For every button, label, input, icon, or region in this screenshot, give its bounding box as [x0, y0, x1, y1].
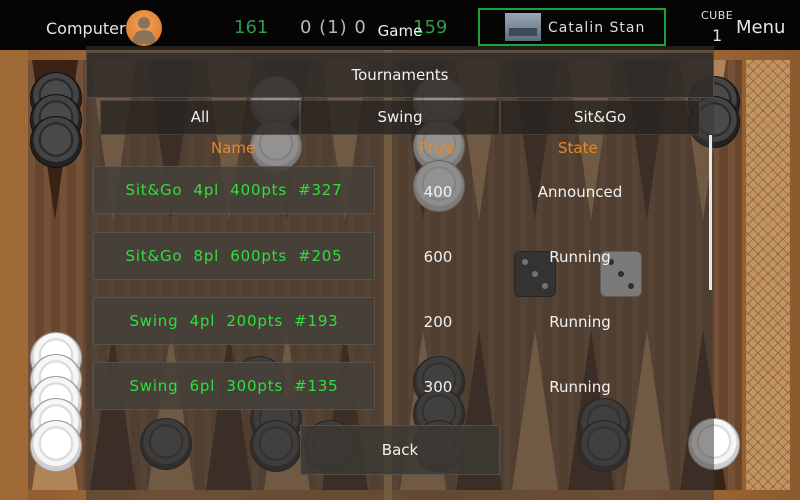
column-header-prize: Prize [419, 139, 456, 157]
dialog-title: Tournaments [351, 66, 449, 84]
tab-swing[interactable]: Swing [300, 100, 500, 135]
dialog-title-bar: Tournaments [86, 52, 714, 98]
tournament-prize: 200 [423, 313, 453, 331]
tournament-state: Running [549, 313, 611, 331]
tab-all[interactable]: All [100, 100, 300, 135]
left-tray [0, 50, 28, 500]
tab-sitgo[interactable]: Sit&Go [500, 100, 700, 135]
tournament-row[interactable]: Sit&Go 4pl 400pts #327 [93, 166, 375, 214]
tournament-name: Sit&Go 8pl 600pts #205 [125, 247, 343, 265]
flag-icon [505, 13, 541, 41]
match-score: 0 (1) 0 [300, 17, 367, 38]
menu-button[interactable]: Menu [736, 17, 785, 38]
player1-score: 161 [234, 17, 269, 38]
list-scrollbar[interactable] [709, 135, 712, 290]
tournament-prize: 400 [423, 183, 453, 201]
column-header-state: State [558, 139, 598, 157]
avatar-icon [126, 10, 162, 46]
tournament-state: Announced [537, 183, 623, 201]
tournament-state: Running [549, 378, 611, 396]
tournament-name: Sit&Go 4pl 400pts #327 [125, 181, 343, 199]
cube-label: CUBE [701, 9, 734, 22]
tournament-row[interactable]: Swing 6pl 300pts #135 [93, 362, 375, 410]
tournament-state: Running [549, 248, 611, 266]
white-checker[interactable] [30, 420, 82, 472]
player2-name: Catalin Stan [548, 20, 646, 36]
game-menu-button[interactable]: Game [360, 22, 440, 40]
cube-value: 1 [712, 26, 723, 45]
back-button[interactable]: Back [300, 425, 500, 475]
black-checker[interactable] [30, 116, 82, 168]
tournament-name: Swing 4pl 200pts #193 [129, 312, 339, 330]
tournament-row[interactable]: Swing 4pl 200pts #193 [93, 297, 375, 345]
tournament-row[interactable]: Sit&Go 8pl 600pts #205 [93, 232, 375, 280]
tournament-prize: 600 [423, 248, 453, 266]
bear-off-tray [746, 60, 790, 490]
player1-name: Computer [46, 19, 126, 38]
filter-tabs: All Swing Sit&Go [100, 100, 700, 135]
column-header-name: Name [211, 139, 256, 157]
tournament-prize: 300 [423, 378, 453, 396]
tournament-name: Swing 6pl 300pts #135 [129, 377, 339, 395]
player2-panel: Catalin Stan [478, 8, 666, 46]
